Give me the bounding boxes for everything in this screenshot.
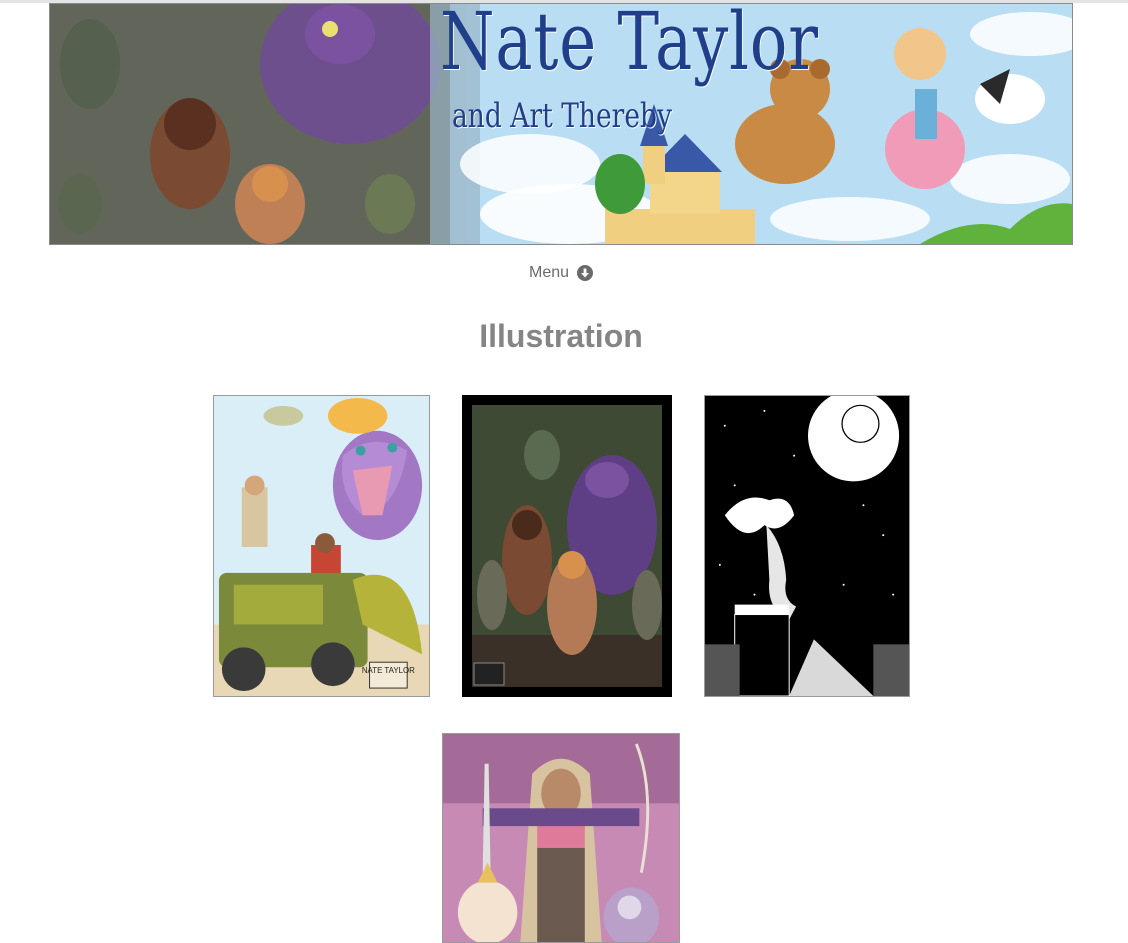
warrior-archer-artwork bbox=[443, 734, 679, 942]
artwork-signature: NATE TAYLOR bbox=[362, 666, 415, 675]
gallery-thumb-jeep-dinosaur[interactable]: NATE TAYLOR bbox=[213, 395, 430, 697]
circle-arrow-down-icon bbox=[577, 265, 594, 281]
site-title: Nate Taylor bbox=[440, 3, 819, 88]
gallery-thumb-moonlit-rooftop[interactable] bbox=[704, 395, 910, 697]
menu-label: Menu bbox=[529, 264, 570, 281]
menu-toggle-button[interactable]: Menu bbox=[529, 264, 594, 282]
site-subtitle: and Art Thereby bbox=[452, 96, 673, 136]
page-title: Illustration bbox=[479, 318, 643, 354]
gallery-thumb-warrior-archer[interactable] bbox=[442, 733, 680, 943]
site-banner[interactable]: Nate Taylor and Art Thereby bbox=[49, 3, 1073, 245]
fantasy-archer-artwork bbox=[462, 395, 672, 697]
moonlit-rooftop-artwork bbox=[705, 396, 909, 696]
gallery-thumb-fantasy-archer[interactable] bbox=[462, 395, 672, 697]
jeep-dinosaur-artwork: NATE TAYLOR bbox=[214, 396, 429, 696]
